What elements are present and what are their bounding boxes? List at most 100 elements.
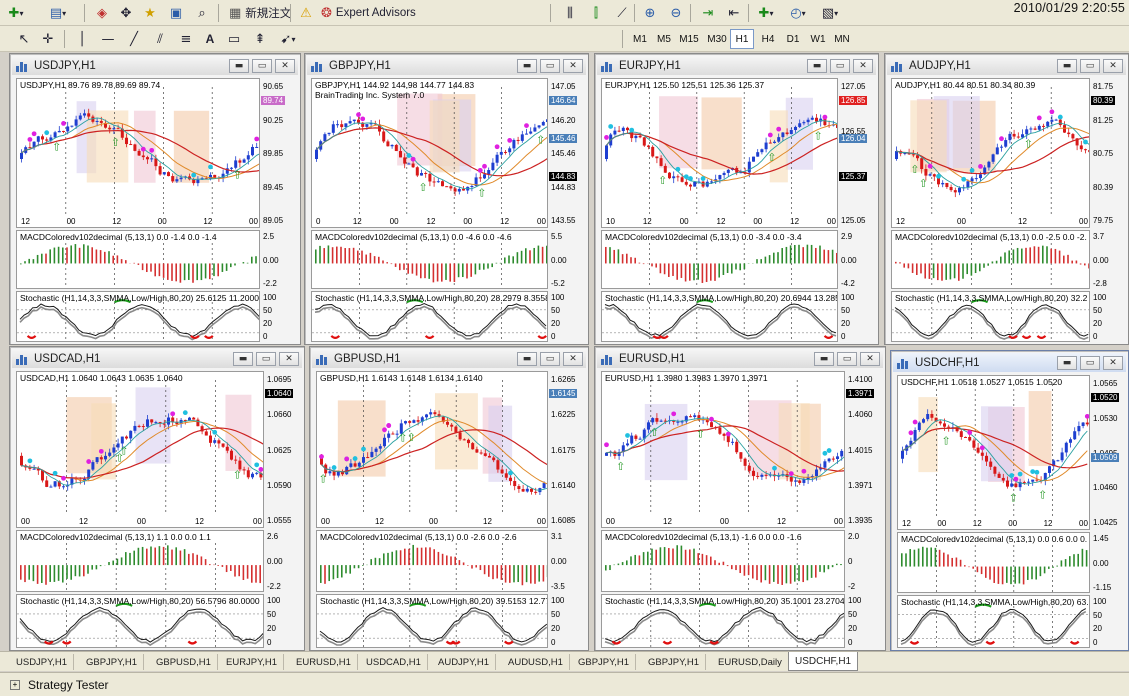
- shapes-icon[interactable]: ➹ ▾: [278, 29, 298, 49]
- candlestick-icon[interactable]: ⫿: [586, 3, 606, 23]
- stochastic-panel[interactable]: Stochastic (H1,14,3,3,SMMA,Low/High,80,2…: [16, 291, 260, 342]
- maximize-icon[interactable]: ▭: [837, 351, 857, 366]
- chart-titlebar[interactable]: USDCHF,H1 ▬ ▭ ✕: [893, 353, 1126, 372]
- equidistant-channel-icon[interactable]: ⫽: [150, 29, 170, 49]
- navigator-icon[interactable]: ★: [140, 3, 160, 23]
- stochastic-panel[interactable]: Stochastic (H1,14,3,3,SMMA,Low/High,80,2…: [601, 594, 845, 648]
- price-chart[interactable]: GBPJPY,H1 144.92 144.98 144.77 144.83 Bra…: [311, 78, 548, 228]
- minimize-icon[interactable]: ▬: [814, 351, 834, 366]
- new-chart-icon[interactable]: ✚ ▾: [6, 3, 26, 23]
- terminal-icon[interactable]: ▣: [166, 3, 186, 23]
- timeframe-m1[interactable]: M1: [628, 29, 652, 49]
- line-chart-icon[interactable]: ⟋: [612, 3, 632, 23]
- minimize-icon[interactable]: ▬: [807, 58, 827, 73]
- stochastic-panel[interactable]: Stochastic (H1,14,3,3,SMMA,Low/High,80,2…: [16, 594, 264, 648]
- chart-tab[interactable]: USDCAD,H1: [360, 654, 428, 670]
- auto-scroll-icon[interactable]: ⇥: [698, 3, 718, 23]
- macd-panel[interactable]: MACDColoredv102decimal (5,13,1) 0.0 -2.5…: [891, 230, 1090, 289]
- macd-panel[interactable]: MACDColoredv102decimal (5,13,1) 0.0 0.6 …: [897, 532, 1090, 593]
- chart-window-eurusd[interactable]: EURUSD,H1 ▬ ▭ ✕ EURUSD,H1 1.3980 1.3983 1.39…: [594, 346, 886, 651]
- close-icon[interactable]: ✕: [860, 351, 880, 366]
- chart-titlebar[interactable]: AUDJPY,H1 ▬ ▭ ✕: [887, 56, 1126, 75]
- maximize-icon[interactable]: ▭: [1080, 58, 1100, 73]
- minimize-icon[interactable]: ▬: [1057, 355, 1077, 370]
- crosshair-icon[interactable]: ✛: [38, 29, 58, 49]
- data-window-icon[interactable]: ✥: [116, 3, 136, 23]
- macd-panel[interactable]: MACDColoredv102decimal (5,13,1) 0.0 -4.6…: [311, 230, 548, 289]
- timeframe-m15[interactable]: M15: [677, 29, 701, 49]
- chart-tab[interactable]: EURJPY,H1: [220, 654, 285, 670]
- expand-icon[interactable]: +: [10, 679, 20, 690]
- timeframe-h1[interactable]: H1: [730, 29, 754, 49]
- maximize-icon[interactable]: ▭: [256, 351, 276, 366]
- bar-chart-icon[interactable]: ⫼: [560, 3, 580, 23]
- stochastic-panel[interactable]: Stochastic (H1,14,3,3,SMMA,Low/High,80,2…: [311, 291, 548, 342]
- macd-panel[interactable]: MACDColoredv102decimal (5,13,1) -1.6 0.0…: [601, 530, 845, 592]
- chart-tab[interactable]: AUDJPY,H1: [432, 654, 497, 670]
- timeframe-m30[interactable]: M30: [705, 29, 729, 49]
- maximize-icon[interactable]: ▭: [540, 58, 560, 73]
- chart-window-usdcad[interactable]: USDCAD,H1 ▬ ▭ ✕ USDCAD,H1 1.0640 1.0643 1.06…: [9, 346, 305, 651]
- maximize-icon[interactable]: ▭: [540, 351, 560, 366]
- text-icon[interactable]: A: [200, 29, 220, 49]
- expert-warning-icon[interactable]: ⚠: [296, 3, 316, 23]
- close-icon[interactable]: ✕: [563, 58, 583, 73]
- chart-tab[interactable]: EURUSD,H1: [290, 654, 358, 670]
- chart-window-usdchf[interactable]: USDCHF,H1 ▬ ▭ ✕ USDCHF,H1 1.0518 1.0527 1.05…: [890, 350, 1129, 651]
- chart-tab[interactable]: GBPUSD,H1: [150, 654, 218, 670]
- price-chart[interactable]: EURJPY,H1 125.50 125.51 125.36 125.37 ⇧ ⇧ ⇧…: [601, 78, 838, 228]
- timeframe-w1[interactable]: W1: [806, 29, 830, 49]
- chart-titlebar[interactable]: USDCAD,H1 ▬ ▭ ✕: [12, 349, 302, 368]
- close-icon[interactable]: ✕: [563, 351, 583, 366]
- vertical-line-icon[interactable]: │: [72, 29, 92, 49]
- chart-titlebar[interactable]: GBPUSD,H1 ▬ ▭ ✕: [312, 349, 586, 368]
- chart-window-usdjpy[interactable]: USDJPY,H1 ▬ ▭ ✕ USDJPY,H1 89.76 89.78 89.69 …: [9, 53, 301, 345]
- maximize-icon[interactable]: ▭: [830, 58, 850, 73]
- zoom-in-icon[interactable]: ⊕: [640, 3, 660, 23]
- minimize-icon[interactable]: ▬: [229, 58, 249, 73]
- timeframe-d1[interactable]: D1: [781, 29, 805, 49]
- chart-window-gbpjpy[interactable]: GBPJPY,H1 ▬ ▭ ✕ GBPJPY,H1 144.92 144.98 144.…: [304, 53, 589, 345]
- macd-panel[interactable]: MACDColoredv102decimal (5,13,1) 0.0 -1.4…: [16, 230, 260, 289]
- maximize-icon[interactable]: ▭: [252, 58, 272, 73]
- chart-titlebar[interactable]: USDJPY,H1 ▬ ▭ ✕: [12, 56, 298, 75]
- minimize-icon[interactable]: ▬: [517, 58, 537, 73]
- trendline-icon[interactable]: ╱: [124, 29, 144, 49]
- minimize-icon[interactable]: ▬: [233, 351, 253, 366]
- minimize-icon[interactable]: ▬: [517, 351, 537, 366]
- timeframe-h4[interactable]: H4: [756, 29, 780, 49]
- chart-tab[interactable]: USDCHF,H1: [788, 652, 859, 671]
- close-icon[interactable]: ✕: [275, 58, 295, 73]
- chart-tab[interactable]: GBPJPY,H1: [572, 654, 637, 670]
- price-chart[interactable]: GBPUSD,H1 1.6143 1.6148 1.6134 1.6140 ⇧ ⇧ ⇧…: [316, 371, 548, 528]
- maximize-icon[interactable]: ▭: [1080, 355, 1100, 370]
- price-chart[interactable]: USDCAD,H1 1.0640 1.0643 1.0635 1.0640 ⇧ ⇧ ⇧…: [16, 371, 264, 528]
- timeframe-m5[interactable]: M5: [652, 29, 676, 49]
- macd-panel[interactable]: MACDColoredv102decimal (5,13,1) 1.1 0.0 …: [16, 530, 264, 592]
- horizontal-line-icon[interactable]: —: [98, 29, 118, 49]
- periods-icon[interactable]: ◴ ▾: [788, 3, 808, 23]
- profiles-icon[interactable]: ▤ ▾: [48, 3, 68, 23]
- arrows-icon[interactable]: ⇞: [250, 29, 270, 49]
- price-chart[interactable]: EURUSD,H1 1.3980 1.3983 1.3970 1.3971 ⇧ ⇧ ⇧…: [601, 371, 845, 528]
- fibonacci-icon[interactable]: ≡: [176, 29, 196, 49]
- minimize-icon[interactable]: ▬: [1057, 58, 1077, 73]
- price-chart[interactable]: USDJPY,H1 89.76 89.78 89.69 89.74 ⇧ ⇧ ⇧ 12 00…: [16, 78, 260, 228]
- stochastic-panel[interactable]: Stochastic (H1,14,3,3,SMMA,Low/High,80,2…: [316, 594, 548, 648]
- close-icon[interactable]: ✕: [1103, 58, 1123, 73]
- cursor-icon[interactable]: ↖: [14, 29, 34, 49]
- chart-titlebar[interactable]: EURJPY,H1 ▬ ▭ ✕: [597, 56, 876, 75]
- chart-window-audjpy[interactable]: AUDJPY,H1 ▬ ▭ ✕ AUDJPY,H1 80.44 80.51 80.34 …: [884, 53, 1129, 345]
- zoom-out-icon[interactable]: ⊖: [666, 3, 686, 23]
- chart-tab[interactable]: AUDUSD,H1: [502, 654, 570, 670]
- strategy-tester-icon[interactable]: ⌕: [192, 3, 212, 23]
- stochastic-panel[interactable]: Stochastic (H1,14,3,3,SMMA,Low/High,80,2…: [897, 595, 1090, 648]
- macd-panel[interactable]: MACDColoredv102decimal (5,13,1) 0.0 -2.6…: [316, 530, 548, 592]
- timeframe-mn[interactable]: MN: [830, 29, 854, 49]
- chart-window-eurjpy[interactable]: EURJPY,H1 ▬ ▭ ✕ EURJPY,H1 125.50 125.51 125.…: [594, 53, 879, 345]
- templates-icon[interactable]: ▧ ▾: [820, 3, 840, 23]
- chart-titlebar[interactable]: GBPJPY,H1 ▬ ▭ ✕: [307, 56, 586, 75]
- chart-tab[interactable]: GBPJPY,H1: [642, 654, 707, 670]
- new-order-button[interactable]: ▦ 新規注文: [224, 3, 296, 23]
- close-icon[interactable]: ✕: [853, 58, 873, 73]
